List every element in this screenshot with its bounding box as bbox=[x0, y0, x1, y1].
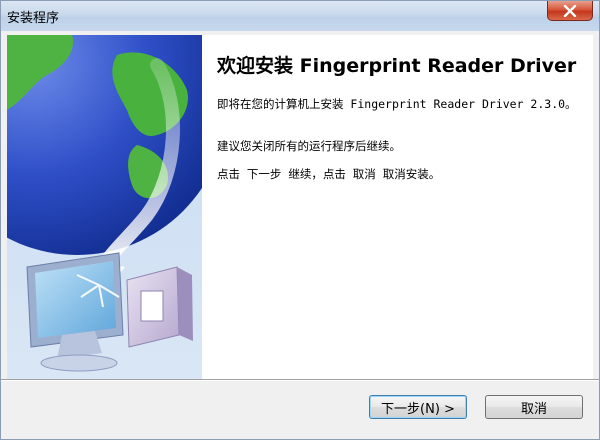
next-button[interactable]: 下一步(N) > bbox=[369, 395, 467, 419]
content-area: 欢迎安装 Fingerprint Reader Driver 即将在您的计算机上… bbox=[7, 35, 593, 379]
welcome-heading: 欢迎安装 Fingerprint Reader Driver bbox=[217, 55, 577, 77]
window-title: 安装程序 bbox=[7, 11, 60, 26]
installer-window: 安装程序 欢迎安装 Fingerprint Reader Driver 即将在您… bbox=[0, 0, 600, 440]
footer-separator bbox=[1, 379, 599, 381]
cancel-button[interactable]: 取消 bbox=[485, 395, 583, 419]
close-button[interactable] bbox=[547, 1, 593, 21]
navigation-instructions: 点击 下一步 继续，点击 取消 取消安装。 bbox=[217, 167, 441, 181]
install-description: 即将在您的计算机上安装 Fingerprint Reader Driver 2.… bbox=[217, 97, 577, 111]
close-icon bbox=[563, 4, 577, 17]
globe-computer-illustration bbox=[7, 35, 202, 372]
title-bar[interactable]: 安装程序 bbox=[1, 1, 599, 31]
welcome-text-pane: 欢迎安装 Fingerprint Reader Driver 即将在您的计算机上… bbox=[217, 35, 587, 379]
banner-illustration bbox=[7, 35, 202, 379]
close-programs-advice: 建议您关闭所有的运行程序后继续。 bbox=[217, 139, 401, 153]
